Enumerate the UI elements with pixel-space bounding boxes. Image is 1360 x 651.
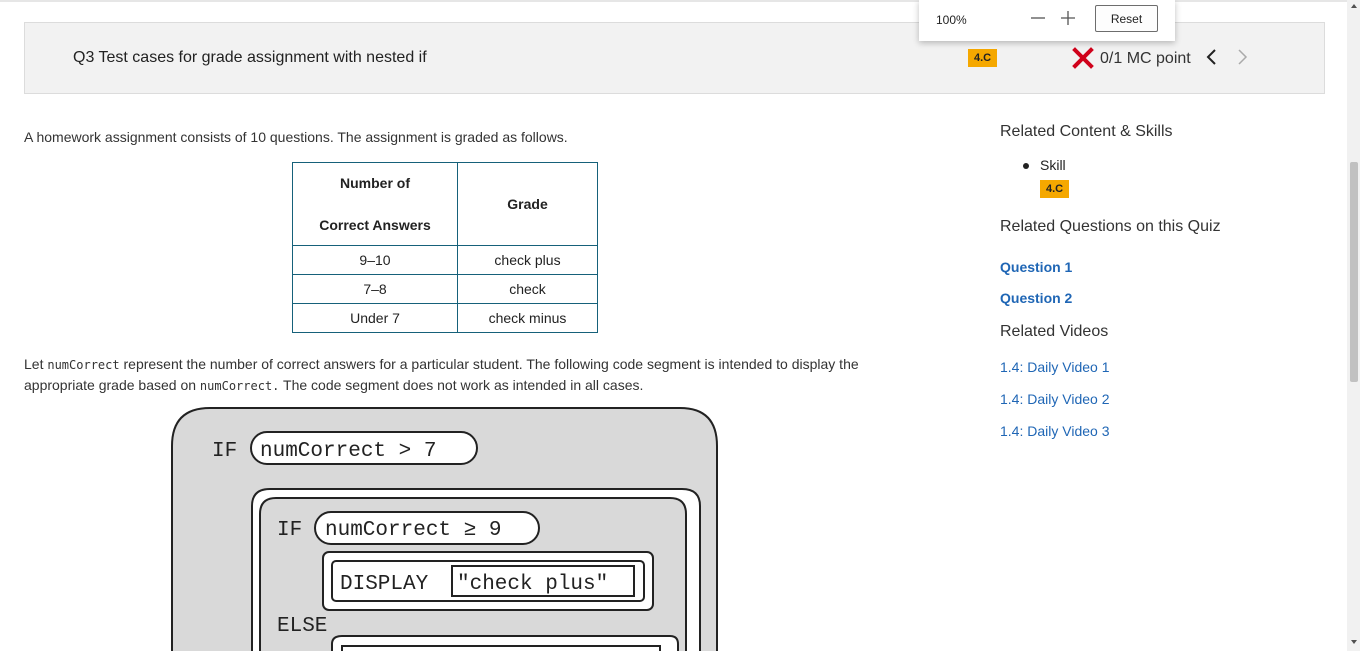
- code-segment-diagram: IF numCorrect > 7 IF numCorrect ≥ 9 DISP…: [171, 407, 718, 651]
- zoom-reset-button[interactable]: Reset: [1095, 5, 1158, 32]
- question-link-1[interactable]: Question 1: [1000, 259, 1072, 275]
- related-questions-heading: Related Questions on this Quiz: [1000, 218, 1221, 235]
- question-title: Q3 Test cases for grade assignment with …: [73, 49, 427, 66]
- zoom-popup: 100% Reset: [919, 0, 1175, 41]
- skill-label: Skill: [1040, 157, 1066, 173]
- incorrect-x-icon: [1072, 47, 1094, 69]
- grade-cell: check: [457, 274, 598, 304]
- grade-table-header: Number of Correct Answers Grade: [292, 162, 598, 246]
- score-label: 0/1 MC point: [1100, 50, 1191, 67]
- scroll-down-arrow-icon[interactable]: [1350, 638, 1358, 646]
- table-row: 9–10 check plus: [292, 245, 598, 275]
- video-link-1[interactable]: 1.4: Daily Video 1: [1000, 359, 1109, 375]
- table-row: 7–8 check: [292, 274, 598, 304]
- question-paragraph: Let numCorrect represent the number of c…: [24, 356, 859, 393]
- range-cell: 7–8: [292, 274, 458, 304]
- question-intro: A homework assignment consists of 10 que…: [24, 129, 568, 145]
- range-cell: Under 7: [292, 303, 458, 333]
- if1-keyword: IF: [212, 440, 237, 463]
- grade-table: Number of Correct Answers Grade 9–10 che…: [292, 162, 598, 333]
- video-link-2[interactable]: 1.4: Daily Video 2: [1000, 391, 1109, 407]
- zoom-in-plus-icon[interactable]: [1059, 9, 1077, 27]
- if2-keyword: IF: [277, 519, 302, 542]
- scroll-up-arrow-icon[interactable]: [1350, 2, 1358, 10]
- zoom-level: 100%: [936, 13, 967, 27]
- header-grade: Grade: [457, 162, 598, 246]
- video-link-3[interactable]: 1.4: Daily Video 3: [1000, 423, 1109, 439]
- table-row: Under 7 check minus: [292, 303, 598, 333]
- bullet-icon: [1023, 163, 1029, 169]
- if1-condition: numCorrect > 7: [260, 440, 436, 463]
- range-cell: 9–10: [292, 245, 458, 275]
- else-keyword: ELSE: [277, 615, 327, 638]
- header-correct-answers: Number of Correct Answers: [292, 162, 458, 246]
- code-numcorrect: numCorrect.: [199, 379, 280, 393]
- scrollbar-thumb[interactable]: [1350, 162, 1358, 382]
- related-videos-heading: Related Videos: [1000, 323, 1109, 340]
- if2-condition: numCorrect ≥ 9: [325, 519, 501, 542]
- sidebar-skill-badge[interactable]: 4.C: [1040, 180, 1070, 198]
- grade-cell: check minus: [457, 303, 598, 333]
- grade-cell: check plus: [457, 245, 598, 275]
- display-value: "check plus": [457, 573, 608, 596]
- display-keyword: DISPLAY: [340, 573, 429, 596]
- previous-question-chevron-icon[interactable]: [1205, 47, 1219, 67]
- zoom-out-minus-icon[interactable]: [1029, 9, 1047, 27]
- skill-badge[interactable]: 4.C: [968, 49, 998, 67]
- next-question-chevron-icon[interactable]: [1235, 47, 1249, 67]
- question-link-2[interactable]: Question 2: [1000, 290, 1072, 306]
- related-content-heading: Related Content & Skills: [1000, 123, 1173, 140]
- code-numcorrect: numCorrect: [47, 358, 120, 372]
- else-block: [331, 635, 679, 651]
